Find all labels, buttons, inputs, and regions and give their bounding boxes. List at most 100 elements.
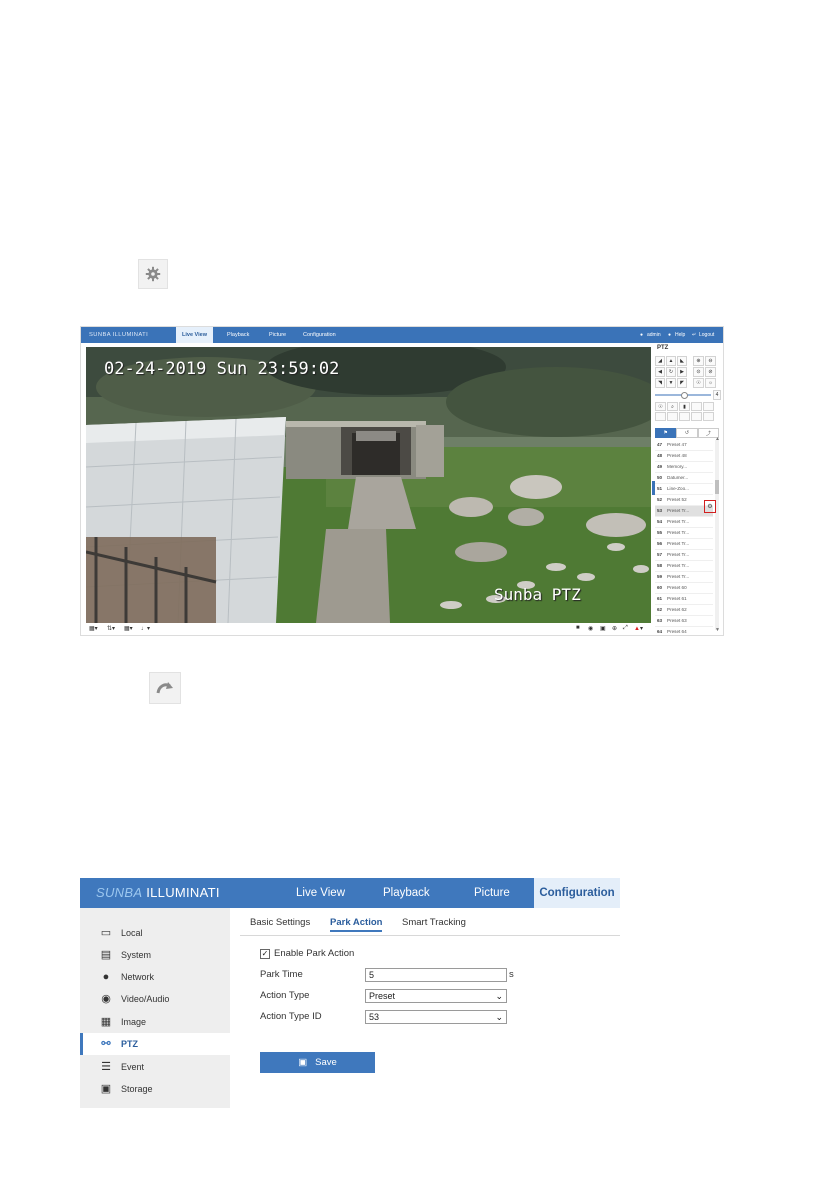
ptz-up-button[interactable]: ▲ — [666, 356, 676, 366]
video-scene — [86, 347, 651, 623]
sidebar-item-local[interactable]: ▭ Local — [80, 922, 230, 944]
preset-list-scroll-thumb[interactable] — [715, 480, 719, 494]
action-type-id-value: 53 — [369, 1012, 380, 1022]
iris-close-icon[interactable]: ☼ — [705, 378, 716, 388]
preset-row[interactable]: 47 Preset 47 — [655, 440, 713, 451]
ptz-lens-controls: ⊕ ⊖ ⊙ ⊘ ☉ ☼ — [693, 356, 716, 388]
config-nav-picture[interactable]: Picture — [474, 878, 510, 908]
ptz-right-button[interactable]: ▶ — [677, 367, 687, 377]
focus-assist-icon[interactable]: ▮ — [679, 402, 690, 411]
preset-settings-gear-icon[interactable]: ⚙ — [707, 503, 712, 510]
ptz-down-button[interactable]: ▼ — [666, 378, 676, 388]
stream-select-icon[interactable]: ⇅▾ — [107, 625, 115, 632]
action-type-id-label: Action Type ID — [260, 1011, 322, 1022]
aux-empty-1 — [691, 402, 702, 411]
scroll-up-icon[interactable]: ▲ — [715, 436, 720, 442]
ptz-speed-slider-knob[interactable] — [681, 392, 688, 399]
preset-row[interactable]: 61 Preset 61 — [655, 594, 713, 605]
record-icon[interactable]: ▣ — [600, 625, 606, 632]
focus-far-icon[interactable]: ⊘ — [705, 367, 716, 377]
nav-playback[interactable]: Playback — [227, 327, 249, 343]
preset-number: 47 — [657, 442, 663, 447]
preset-row[interactable]: 58 Preset Tr... — [655, 561, 713, 572]
volume-icon[interactable]: ▲▾ — [634, 625, 643, 632]
preset-row[interactable]: 55 Preset Tr... — [655, 528, 713, 539]
preset-row[interactable]: 63 Preset 63 — [655, 616, 713, 627]
config-nav-live-view[interactable]: Live View — [296, 878, 345, 908]
nav-picture[interactable]: Picture — [269, 327, 286, 343]
help-link[interactable]: Help — [675, 327, 685, 343]
call-preset-highlight[interactable]: ⚙ — [704, 500, 716, 513]
preset-row[interactable]: 57 Preset Tr... — [655, 550, 713, 561]
preset-row[interactable]: 48 Preset 48 — [655, 451, 713, 462]
aux-empty-3 — [655, 412, 666, 421]
preset-row[interactable]: 54 Preset Tr... — [655, 517, 713, 528]
osd-datetime: 02-24-2019 Sun 23:59:02 — [104, 359, 340, 379]
user-name[interactable]: admin — [647, 327, 661, 343]
sidebar-item-image[interactable]: ▦ Image — [80, 1011, 230, 1033]
sidebar-item-label: Storage — [121, 1084, 153, 1094]
microphone-icon[interactable]: ♩▾ — [141, 625, 150, 632]
floppy-save-icon: ▣ — [298, 1057, 308, 1068]
wiper-icon[interactable]: ⌕ — [667, 402, 678, 411]
ptz-left-button[interactable]: ◀ — [655, 367, 665, 377]
aspect-ratio-icon[interactable]: ▦▾ — [124, 625, 133, 632]
live-video-feed[interactable]: 02-24-2019 Sun 23:59:02 Sunba PTZ — [86, 347, 651, 623]
sidebar-item-event[interactable]: ☰ Event — [80, 1056, 230, 1078]
tab-preset[interactable]: ⚑ — [655, 428, 677, 438]
sidebar-item-network[interactable]: ● Network — [80, 966, 230, 988]
ptz-down-right-button[interactable]: ◤ — [677, 378, 687, 388]
ptz-down-left-button[interactable]: ◥ — [655, 378, 665, 388]
tab-park-action[interactable]: Park Action — [330, 917, 383, 932]
preset-name: Preset Tr... — [667, 552, 690, 557]
capture-icon[interactable]: ◉ — [588, 625, 593, 632]
focus-near-icon[interactable]: ⊙ — [693, 367, 704, 377]
preset-number: 50 — [657, 475, 663, 480]
tab-basic-settings[interactable]: Basic Settings — [250, 917, 310, 928]
fullscreen-icon[interactable]: ⤢ — [623, 625, 628, 632]
logout-link[interactable]: Logout — [699, 327, 714, 343]
zoom-in-icon[interactable]: ⊕ — [693, 356, 704, 366]
sidebar-item-ptz[interactable]: ⚯ PTZ — [80, 1033, 230, 1055]
sidebar-item-video-audio[interactable]: ◉ Video/Audio — [80, 988, 230, 1010]
config-sidebar: ▭ Local ▤ System ● Network ◉ Video/Audio ▦ Im… — [80, 908, 230, 1108]
zoom-out-icon[interactable]: ⊖ — [705, 356, 716, 366]
sidebar-item-label: Network — [121, 972, 155, 982]
preset-row[interactable]: 51 Line-Zoo... — [655, 484, 713, 495]
config-nav-configuration[interactable]: Configuration — [534, 878, 620, 908]
ptz-auto-button[interactable]: ↻ — [666, 367, 676, 377]
enable-park-action-checkbox[interactable]: ✓ — [260, 949, 270, 959]
stop-icon[interactable]: ■ — [576, 625, 580, 631]
tab-smart-tracking[interactable]: Smart Tracking — [402, 917, 466, 928]
park-time-input[interactable]: 5 — [365, 968, 507, 982]
scroll-down-icon[interactable]: ▼ — [715, 627, 720, 633]
sidebar-item-storage[interactable]: ▣ Storage — [80, 1078, 230, 1100]
save-button[interactable]: ▣ Save — [260, 1052, 375, 1073]
preset-row[interactable]: 56 Preset Tr... — [655, 539, 713, 550]
preset-name: Preset 61 — [667, 596, 687, 601]
aux-empty-2 — [703, 402, 714, 411]
sidebar-item-system[interactable]: ▤ System — [80, 944, 230, 966]
ptz-up-left-button[interactable]: ◢ — [655, 356, 665, 366]
iris-open-icon[interactable]: ☉ — [693, 378, 704, 388]
tab-patrol[interactable]: ↺ — [676, 428, 698, 438]
globe-icon: ● — [102, 971, 110, 983]
preset-row[interactable]: 49 Memory... — [655, 462, 713, 473]
monitor-icon: ▭ — [100, 927, 112, 939]
preset-name: Line-Zoo... — [667, 486, 689, 491]
preset-row[interactable]: 59 Preset Tr... — [655, 572, 713, 583]
action-type-id-select[interactable]: 53 ⌄ — [365, 1010, 507, 1024]
ptz-up-right-button[interactable]: ◣ — [677, 356, 687, 366]
preset-row[interactable]: 64 Preset 64 — [655, 627, 713, 635]
light-icon[interactable]: ☉ — [655, 402, 666, 411]
nav-live-view[interactable]: Live View — [176, 327, 213, 343]
nav-configuration[interactable]: Configuration — [303, 327, 336, 343]
preset-row[interactable]: 60 Preset 60 — [655, 583, 713, 594]
zoom-icon[interactable]: ⊕ — [612, 625, 617, 632]
preset-row[interactable]: 50 Datumer... — [655, 473, 713, 484]
action-type-select[interactable]: Preset ⌄ — [365, 989, 507, 1003]
preset-list-scrollbar[interactable] — [715, 440, 719, 630]
preset-row[interactable]: 62 Preset 62 — [655, 605, 713, 616]
window-layout-icon[interactable]: ▦▾ — [89, 625, 98, 632]
config-nav-playback[interactable]: Playback — [383, 878, 430, 908]
